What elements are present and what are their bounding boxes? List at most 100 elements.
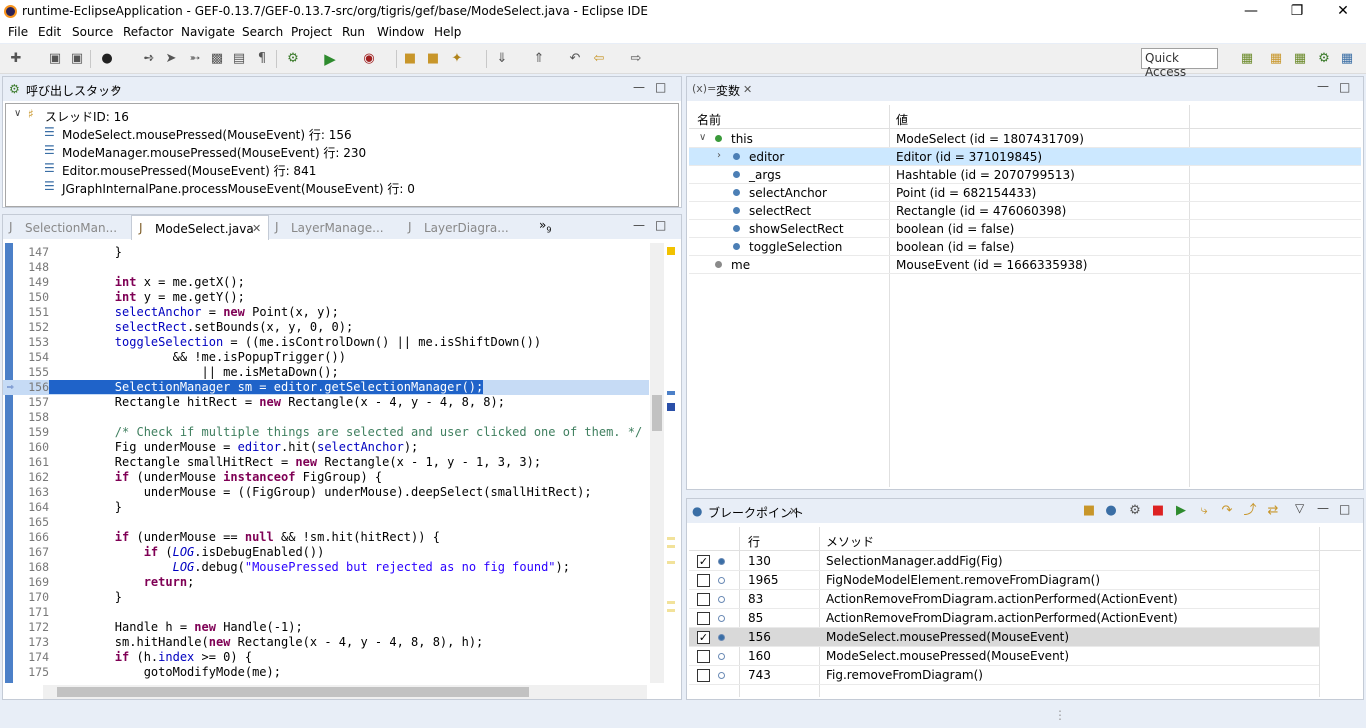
- variables-tab[interactable]: 変数: [716, 82, 740, 99]
- forward-icon[interactable]: ⇨: [628, 51, 644, 67]
- last-edit-icon[interactable]: ↶: [567, 51, 583, 67]
- breakpoint-checkbox[interactable]: [697, 650, 710, 663]
- menu-help[interactable]: Help: [434, 25, 461, 39]
- breakpoint-checkbox[interactable]: [697, 574, 710, 587]
- menu-project[interactable]: Project: [291, 25, 332, 39]
- quick-access-input[interactable]: Quick Access: [1141, 48, 1218, 79]
- minimize-button[interactable]: —: [1228, 0, 1274, 23]
- back-icon[interactable]: ⇦: [591, 51, 607, 67]
- vertical-scrollbar-thumb[interactable]: [652, 395, 662, 431]
- horizontal-scrollbar[interactable]: [43, 685, 647, 699]
- editor-tab[interactable]: SelectionMan...: [25, 221, 117, 235]
- code-line[interactable]: 148: [3, 260, 649, 275]
- chevron-down-icon[interactable]: ∨: [14, 108, 21, 119]
- breakpoint-checkbox[interactable]: [697, 593, 710, 606]
- drop-to-frame-icon[interactable]: ⇄: [1265, 503, 1281, 519]
- stack-frame[interactable]: ☰ ModeManager.mousePressed(MouseEvent) 行…: [6, 143, 678, 161]
- breakpoint-row[interactable]: ✓ 156 ModeSelect.mousePressed(MouseEvent): [689, 628, 1319, 647]
- variable-row[interactable]: › editor Editor (id = 371019845): [689, 148, 1361, 166]
- close-button[interactable]: ✕: [1320, 0, 1366, 23]
- step-over-icon[interactable]: ↷: [1219, 503, 1235, 519]
- code-line[interactable]: 153 toggleSelection = ((me.isControlDown…: [3, 335, 649, 350]
- code-line[interactable]: 166 if (underMouse == null && !sm.hit(hi…: [3, 530, 649, 545]
- go-to-file-icon[interactable]: ●: [1103, 503, 1119, 519]
- column-line-header[interactable]: 行: [748, 533, 760, 550]
- variable-row[interactable]: selectRect Rectangle (id = 476060398): [689, 202, 1361, 220]
- warning-marker[interactable]: [667, 247, 675, 255]
- external-tools-icon[interactable]: ◉: [361, 51, 377, 67]
- next-annotation-icon[interactable]: ⇓: [494, 51, 510, 67]
- code-line[interactable]: 162 if (underMouse instanceof FigGroup) …: [3, 470, 649, 485]
- step-return-icon[interactable]: ⤴: [1242, 503, 1258, 519]
- terminate-icon[interactable]: ▩: [209, 51, 225, 67]
- breakpoint-marker[interactable]: [667, 391, 675, 395]
- user-icon[interactable]: ●: [99, 51, 115, 67]
- menu-source[interactable]: Source: [72, 25, 113, 39]
- terminate-icon[interactable]: ■: [1150, 503, 1166, 519]
- code-line[interactable]: 156 ⇨ SelectionManager sm = editor.getSel…: [3, 380, 649, 395]
- overview-ruler[interactable]: [665, 243, 677, 683]
- code-line[interactable]: 164 }: [3, 500, 649, 515]
- variable-row[interactable]: selectAnchor Point (id = 682154433): [689, 184, 1361, 202]
- code-line[interactable]: 154 && !me.isPopupTrigger()): [3, 350, 649, 365]
- step-icon[interactable]: ➵: [187, 51, 203, 67]
- layout-perspective-icon[interactable]: ▦: [1339, 51, 1355, 67]
- menu-search[interactable]: Search: [242, 25, 283, 39]
- code-line[interactable]: 168 LOG.debug("MousePressed but rejected…: [3, 560, 649, 575]
- variable-row[interactable]: toggleSelection boolean (id = false): [689, 238, 1361, 256]
- minimize-icon[interactable]: —: [1317, 79, 1329, 93]
- breakpoint-row[interactable]: 1965 FigNodeModelElement.removeFromDiagra…: [689, 571, 1319, 590]
- code-line[interactable]: 155 || me.isMetaDown();: [3, 365, 649, 380]
- close-icon[interactable]: ✕: [743, 83, 752, 96]
- code-line[interactable]: 169 return;: [3, 575, 649, 590]
- open-perspective-icon[interactable]: ▦: [1239, 51, 1255, 67]
- code-area[interactable]: 147 } 148 149 int x = me.getX(); 150 int y …: [3, 243, 649, 683]
- callstack-tab[interactable]: 呼び出しスタック: [26, 82, 122, 99]
- breakpoint-checkbox[interactable]: ✓: [697, 555, 710, 568]
- new-package-icon[interactable]: ■: [402, 51, 418, 67]
- code-line[interactable]: 150 int y = me.getY();: [3, 290, 649, 305]
- disconnect-icon[interactable]: ▤: [231, 51, 247, 67]
- breakpoint-checkbox[interactable]: ✓: [697, 631, 710, 644]
- code-line[interactable]: 163 underMouse = ((FigGroup) underMouse)…: [3, 485, 649, 500]
- paragraph-icon[interactable]: ¶: [254, 51, 270, 67]
- code-line[interactable]: 161 Rectangle smallHitRect = new Rectang…: [3, 455, 649, 470]
- variable-row[interactable]: ∨ this ModeSelect (id = 1807431709): [689, 130, 1361, 148]
- horizontal-scrollbar-thumb[interactable]: [57, 687, 529, 697]
- show-supported-breakpoints-icon[interactable]: ■: [1081, 503, 1097, 519]
- code-line[interactable]: 151 selectAnchor = new Point(x, y);: [3, 305, 649, 320]
- editor-tab[interactable]: LayerManage...: [291, 221, 384, 235]
- open-folder-icon[interactable]: ■: [425, 51, 441, 67]
- restore-button[interactable]: ❐: [1274, 0, 1320, 23]
- menu-navigate[interactable]: Navigate: [181, 25, 235, 39]
- code-line[interactable]: 160 Fig underMouse = editor.hit(selectAn…: [3, 440, 649, 455]
- column-value-header[interactable]: 値: [896, 111, 908, 128]
- code-line[interactable]: 173 sm.hitHandle(new Rectangle(x - 4, y …: [3, 635, 649, 650]
- code-line[interactable]: 174 if (h.index >= 0) {: [3, 650, 649, 665]
- menu-run[interactable]: Run: [342, 25, 365, 39]
- maximize-icon[interactable]: □: [1339, 502, 1350, 516]
- code-line[interactable]: 158: [3, 410, 649, 425]
- close-icon[interactable]: ✕: [789, 505, 798, 518]
- breakpoint-checkbox[interactable]: [697, 669, 710, 682]
- menu-file[interactable]: File: [8, 25, 28, 39]
- debug-perspective-icon[interactable]: ⚙: [1316, 51, 1332, 67]
- step-into-icon[interactable]: ⤷: [1196, 503, 1212, 519]
- current-line-marker[interactable]: [667, 403, 675, 411]
- menu-edit[interactable]: Edit: [38, 25, 61, 39]
- menu-window[interactable]: Window: [377, 25, 424, 39]
- breakpoint-row[interactable]: ✓ 130 SelectionManager.addFig(Fig): [689, 552, 1319, 571]
- stack-frame[interactable]: ☰ ModeSelect.mousePressed(MouseEvent) 行:…: [6, 125, 678, 143]
- variable-row[interactable]: _args Hashtable (id = 2070799513): [689, 166, 1361, 184]
- code-line[interactable]: 152 selectRect.setBounds(x, y, 0, 0);: [3, 320, 649, 335]
- thread-row[interactable]: ∨ ♯ スレッドID: 16: [6, 107, 678, 125]
- variable-row[interactable]: me MouseEvent (id = 1666335938): [689, 256, 1361, 274]
- breakpoint-row[interactable]: 160 ModeSelect.mousePressed(MouseEvent): [689, 647, 1319, 666]
- debug-icon[interactable]: ⚙: [285, 51, 301, 67]
- minimize-icon[interactable]: —: [633, 80, 645, 94]
- menu-refactor[interactable]: Refactor: [123, 25, 173, 39]
- code-line[interactable]: 175 gotoModifyMode(me);: [3, 665, 649, 680]
- code-line[interactable]: 172 Handle h = new Handle(-1);: [3, 620, 649, 635]
- chevron-right-icon[interactable]: ›: [717, 150, 721, 161]
- vertical-scrollbar[interactable]: [650, 243, 664, 683]
